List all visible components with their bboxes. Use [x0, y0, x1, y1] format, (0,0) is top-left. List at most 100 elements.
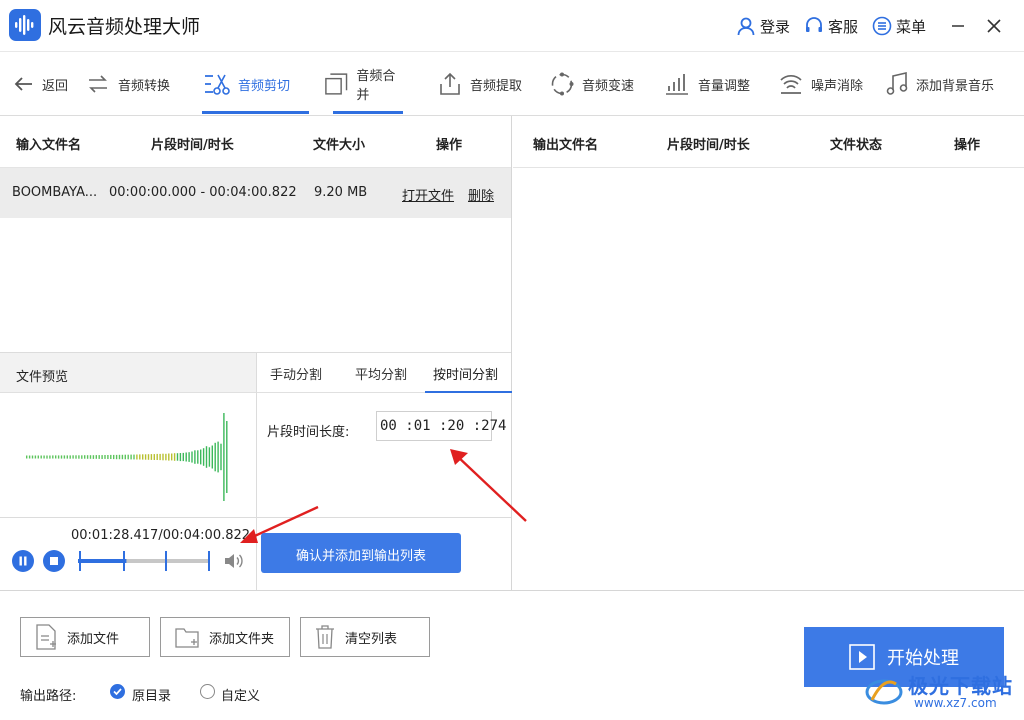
- extract-label: 音频提取: [470, 78, 523, 94]
- minimize-button[interactable]: [940, 8, 976, 44]
- close-icon: [987, 19, 1001, 33]
- waveform-bar: [60, 455, 63, 459]
- folder-add-icon: [175, 628, 199, 648]
- scissors-icon: [205, 74, 230, 95]
- add-folder-button[interactable]: 添加文件夹: [160, 617, 290, 657]
- tab-audio-cut[interactable]: 音频剪切: [202, 52, 309, 116]
- waveform-bar: [49, 455, 51, 459]
- input-panel: 输入文件名 片段时间/时长 文件大小 操作 BOOMBAYA... 00:00:…: [0, 116, 527, 591]
- pause-button[interactable]: [12, 550, 34, 572]
- waveform-bar: [179, 453, 182, 462]
- row-file-name: BOOMBAYA...: [12, 185, 98, 200]
- waveform-bar: [89, 455, 92, 459]
- tab-volume-adjust[interactable]: 音量调整: [664, 52, 750, 116]
- close-button[interactable]: [976, 8, 1012, 44]
- radio-original-dir[interactable]: [110, 684, 125, 699]
- login-button[interactable]: 登录: [736, 16, 790, 37]
- input-table-header: 输入文件名 片段时间/时长 文件大小 操作: [0, 116, 511, 168]
- arrow-left-icon: [14, 77, 32, 91]
- waveform-bar: [72, 455, 74, 459]
- tab-audio-extract[interactable]: 音频提取: [438, 52, 522, 116]
- denoise-label: 噪声消除: [811, 78, 864, 94]
- user-icon: [737, 17, 755, 36]
- bgm-label: 添加背景音乐: [916, 78, 995, 94]
- merge-tab-underline: [333, 111, 403, 114]
- waveform-bar: [95, 455, 97, 459]
- waveform-bar: [75, 455, 77, 459]
- waveform-bar: [208, 447, 211, 467]
- waveform-bar: [139, 454, 141, 460]
- col-file-size: 文件大小: [313, 138, 366, 153]
- tab-noise-removal[interactable]: 噪声消除: [779, 52, 863, 116]
- output-table-header: 输出文件名 片段时间/时长 文件状态 操作: [513, 116, 1024, 168]
- convert-label: 音频转换: [118, 78, 171, 94]
- stop-icon: [50, 557, 58, 565]
- col-output-actions: 操作: [954, 138, 981, 153]
- minimize-icon: [952, 25, 964, 27]
- waveform-bar: [101, 455, 103, 459]
- volume-bars-icon: [666, 74, 688, 95]
- tab-time-split[interactable]: 按时间分割: [425, 353, 512, 393]
- waveform-bar: [194, 450, 196, 464]
- waveform-bar: [173, 453, 176, 461]
- delete-link[interactable]: 删除: [468, 185, 494, 204]
- waveform-bar: [142, 454, 144, 460]
- output-path-label: 输出路径:: [20, 689, 77, 704]
- watermark-logo-icon: [865, 679, 903, 705]
- trash-icon: [316, 625, 334, 649]
- waveform: [26, 413, 228, 501]
- waveform-bar: [217, 441, 219, 473]
- menu-button[interactable]: 菜单: [872, 16, 926, 37]
- playback-progress[interactable]: [78, 549, 214, 573]
- tab-audio-speed[interactable]: 音频变速: [550, 52, 634, 116]
- waveform-bar: [113, 454, 115, 460]
- waveform-bar: [136, 454, 138, 460]
- progress-start-marker: [79, 551, 81, 571]
- waveform-bar: [55, 455, 57, 459]
- tab-add-bgm[interactable]: 添加背景音乐: [886, 52, 994, 116]
- preview-label: 文件预览: [0, 353, 256, 393]
- waveform-bar: [28, 455, 31, 459]
- service-button[interactable]: 客服: [804, 16, 858, 37]
- radio-custom-dir[interactable]: [200, 684, 215, 699]
- progress-fill: [78, 559, 127, 563]
- waveform-bar: [144, 454, 147, 460]
- waveform-bar: [150, 454, 153, 460]
- tab-average-split[interactable]: 平均分割: [355, 353, 407, 393]
- tab-audio-merge[interactable]: 音频合并: [325, 52, 403, 116]
- col-output-status: 文件状态: [830, 138, 883, 153]
- tab-manual-split[interactable]: 手动分割: [270, 353, 322, 393]
- table-row[interactable]: BOOMBAYA... 00:00:00.000 - 00:04:00.822 …: [0, 168, 511, 218]
- col-output-segment: 片段时间/时长: [667, 138, 750, 153]
- login-label: 登录: [759, 17, 790, 36]
- stop-button[interactable]: [43, 550, 65, 572]
- waveform-bar: [182, 452, 184, 462]
- waveform-bar: [133, 454, 135, 460]
- waveform-bar: [81, 455, 83, 459]
- waveform-bar: [40, 455, 42, 459]
- speaker-icon[interactable]: [224, 553, 244, 569]
- waveform-bar: [118, 454, 121, 460]
- split-mode-tabs: 手动分割 平均分割 按时间分割: [256, 353, 512, 393]
- output-panel: 输出文件名 片段时间/时长 文件状态 操作: [513, 116, 1024, 590]
- preview-section: 文件预览 手动分割 平均分割 按时间分割 片段时间长度: 00 :01 :20 …: [0, 352, 527, 591]
- split-marker: [123, 551, 125, 571]
- active-tab-underline: [202, 111, 309, 114]
- clear-list-button[interactable]: 清空列表: [300, 617, 430, 657]
- back-button[interactable]: 返回: [14, 52, 68, 116]
- waveform-bar: [46, 455, 48, 459]
- waveform-bar: [92, 455, 95, 459]
- watermark-site: www.xz7.com: [914, 696, 997, 710]
- add-file-button[interactable]: 添加文件: [20, 617, 150, 657]
- waveform-bar: [159, 453, 161, 461]
- segment-length-input[interactable]: 00 :01 :20 :274: [376, 411, 506, 441]
- clear-list-label: 清空列表: [345, 631, 398, 647]
- open-file-link[interactable]: 打开文件: [402, 185, 454, 204]
- confirm-add-button[interactable]: 确认并添加到输出列表: [261, 533, 461, 573]
- waveform-bar: [156, 453, 158, 460]
- waveform-bar: [191, 451, 193, 463]
- tab-audio-convert[interactable]: 音频转换: [86, 52, 170, 116]
- split-marker: [165, 551, 167, 571]
- waveform-bar: [121, 454, 124, 460]
- waveform-bar: [130, 454, 132, 460]
